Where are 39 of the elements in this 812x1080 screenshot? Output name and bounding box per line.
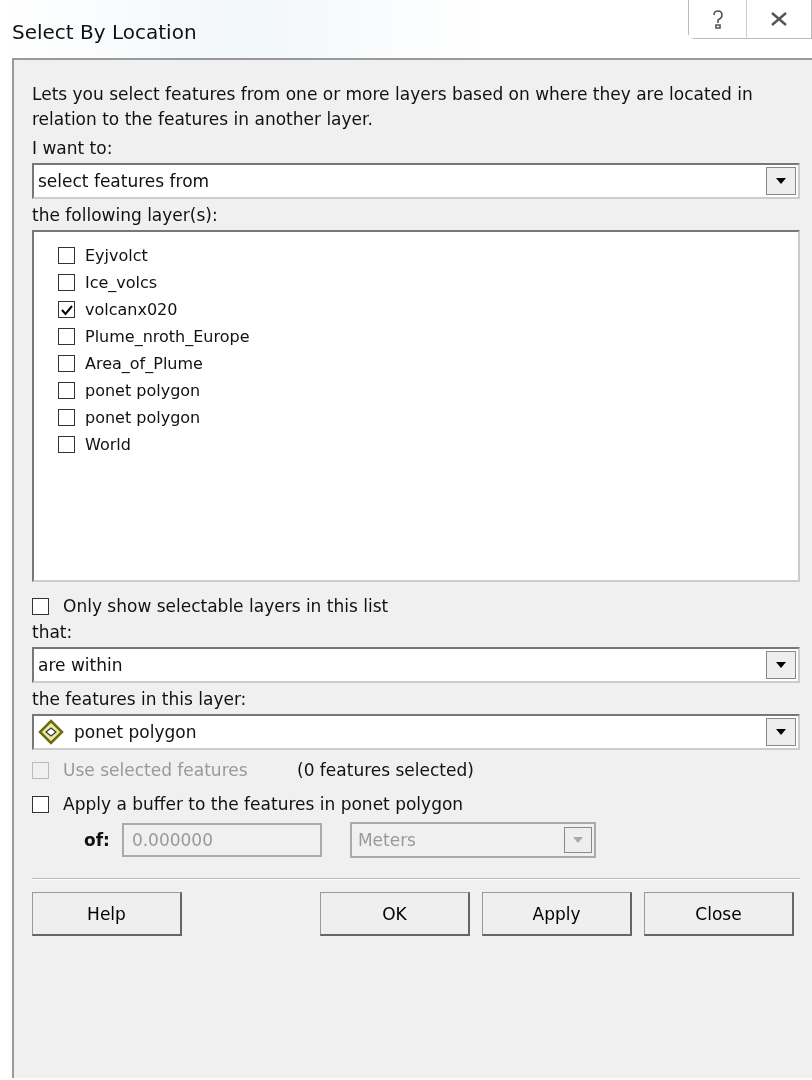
layer-item[interactable]: ponet polygon xyxy=(58,377,798,404)
layer-item[interactable]: World xyxy=(58,431,798,458)
window-title: Select By Location xyxy=(12,20,197,44)
relation-dropdown[interactable]: are within xyxy=(32,647,800,683)
checkbox-label: Use selected features xyxy=(63,760,249,780)
polygon-layer-icon xyxy=(38,719,64,745)
checkbox-label: Apply a buffer to the features in ponet polygon xyxy=(63,794,464,814)
checkbox[interactable] xyxy=(58,301,75,318)
description-text: Lets you select features from one or more layers based on where they are located in relation to the features in another layer. xyxy=(32,83,754,131)
checkbox[interactable] xyxy=(58,436,75,453)
field-label: that: xyxy=(32,622,74,642)
field-label: the following layer(s): xyxy=(32,205,219,225)
help-button[interactable] xyxy=(689,0,747,38)
dialog-button[interactable]: Apply xyxy=(482,892,632,936)
field-label: the features in this layer: xyxy=(32,689,248,709)
selection-count: (0 features selected) xyxy=(297,760,474,780)
layer-item[interactable]: Area_of_Plume xyxy=(58,350,798,377)
close-icon xyxy=(770,11,788,27)
checkbox[interactable] xyxy=(58,247,75,264)
checkbox[interactable] xyxy=(32,597,49,615)
source-layer-dropdown[interactable]: ponet polygon xyxy=(32,714,800,750)
dialog-button[interactable]: Help xyxy=(32,892,182,936)
field-label: of: xyxy=(84,830,110,850)
checkbox-label: Only show selectable layers in this list xyxy=(63,596,389,616)
checkbox[interactable] xyxy=(58,328,75,345)
layer-item[interactable]: volcanx020 xyxy=(58,296,798,323)
layer-item[interactable]: Ice_volcs xyxy=(58,269,798,296)
field-label: I want to: xyxy=(32,138,114,158)
layer-item[interactable]: ponet polygon xyxy=(58,404,798,431)
checkbox[interactable] xyxy=(58,382,75,399)
dialog-button[interactable]: OK xyxy=(320,892,470,936)
layer-item[interactable]: Plume_nroth_Europe xyxy=(58,323,798,350)
checkbox[interactable] xyxy=(58,274,75,291)
help-icon xyxy=(710,9,725,29)
checkbox[interactable] xyxy=(58,409,75,426)
dialog-button[interactable]: Close xyxy=(644,892,794,936)
checkbox[interactable] xyxy=(58,355,75,372)
method-dropdown[interactable]: select features from xyxy=(32,163,800,199)
layer-item[interactable]: Eyjvolct xyxy=(58,242,798,269)
